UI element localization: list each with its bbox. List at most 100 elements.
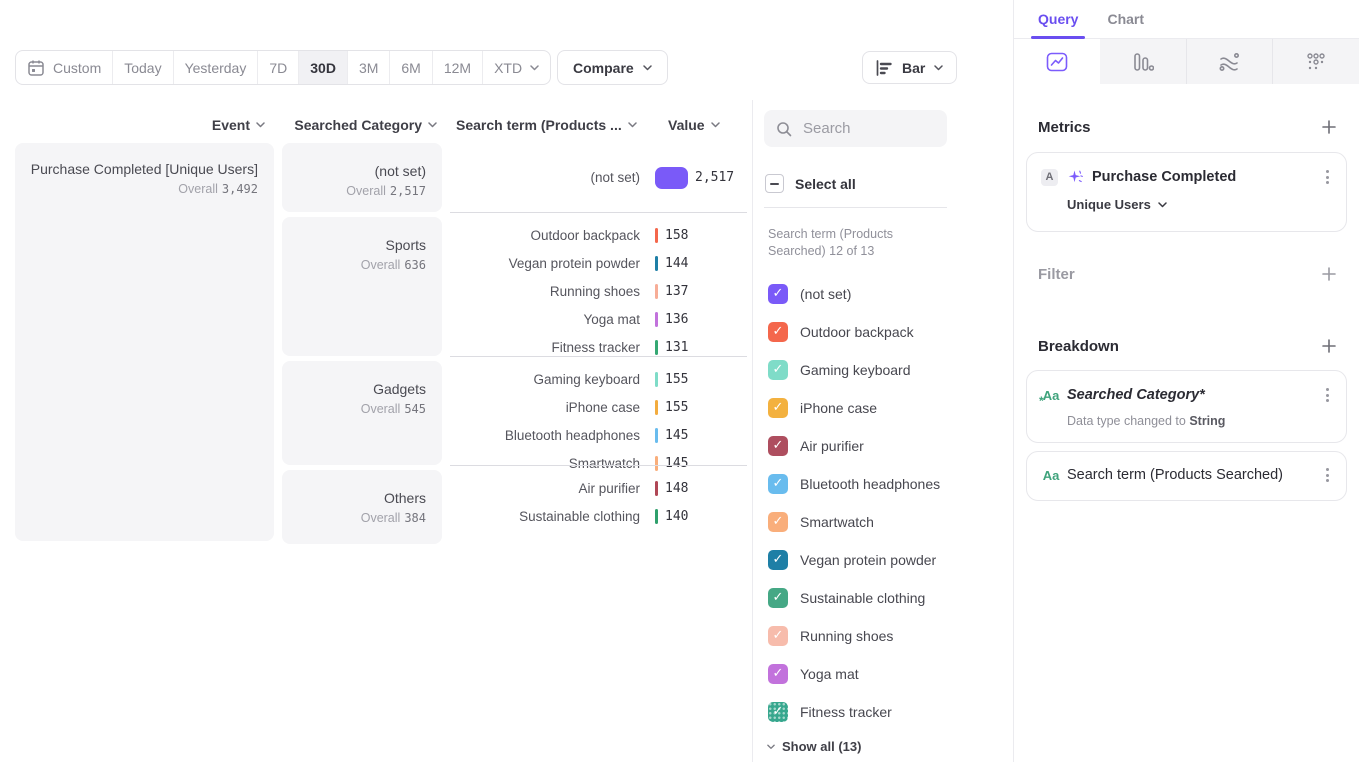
legend-checkbox[interactable]: ✓ xyxy=(768,588,788,608)
tab-flows[interactable] xyxy=(1186,39,1273,84)
legend-item-yoga-mat[interactable]: ✓ Yoga mat xyxy=(753,655,1013,693)
term-row-bluetooth-headphones[interactable]: Bluetooth headphones 145 xyxy=(450,421,750,449)
event-name: Purchase Completed [Unique Users] xyxy=(27,161,258,177)
category-cell-sports[interactable]: Sports Overall636 xyxy=(282,217,442,356)
column-header-searched-category[interactable]: Searched Category xyxy=(277,117,437,133)
breakdown-card-searched-category: Aa* Searched Category* Data type changed… xyxy=(1026,370,1347,443)
compare-label: Compare xyxy=(573,60,634,76)
legend-label: Sustainable clothing xyxy=(800,590,925,606)
legend-item-running-shoes[interactable]: ✓ Running shoes xyxy=(753,617,1013,655)
compare-button[interactable]: Compare xyxy=(557,50,668,85)
metrics-title: Metrics xyxy=(1038,119,1091,136)
legend-item-fitness-tracker[interactable]: ✓Fitness tracker xyxy=(753,693,1013,731)
legend-item-air-purifier[interactable]: ✓ Air purifier xyxy=(753,427,1013,465)
tab-retention[interactable] xyxy=(1272,39,1359,84)
add-metric-button[interactable] xyxy=(1320,118,1338,136)
plus-icon xyxy=(1322,267,1336,281)
measure-dropdown[interactable]: Unique Users xyxy=(1027,187,1346,212)
legend-label: Air purifier xyxy=(800,438,864,454)
kebab-menu-icon[interactable] xyxy=(1323,465,1332,485)
search-input[interactable] xyxy=(801,119,935,138)
select-all-row[interactable]: Select all xyxy=(765,174,1013,193)
add-breakdown-button[interactable] xyxy=(1320,337,1338,355)
legend-label: Running shoes xyxy=(800,628,893,644)
legend-label: Bluetooth headphones xyxy=(800,476,940,492)
kebab-menu-icon[interactable] xyxy=(1323,385,1332,405)
column-header-label: Search term (Products ... xyxy=(456,117,622,133)
date-range-6m[interactable]: 6M xyxy=(389,51,431,84)
kebab-menu-icon[interactable] xyxy=(1323,167,1332,187)
term-value: 137 xyxy=(665,284,688,299)
breakdown-property-name[interactable]: Searched Category* xyxy=(1067,387,1205,403)
app-canvas: { "toolbar": { "date_ranges": ["Custom",… xyxy=(0,0,1359,762)
column-header-value[interactable]: Value xyxy=(668,117,748,133)
legend-checkbox[interactable]: ✓ xyxy=(768,474,788,494)
date-range-xtd[interactable]: XTD xyxy=(482,51,550,84)
date-range-custom[interactable]: Custom xyxy=(16,51,112,84)
legend-item-bluetooth-headphones[interactable]: ✓ Bluetooth headphones xyxy=(753,465,1013,503)
category-cell-gadgets[interactable]: Gadgets Overall545 xyxy=(282,361,442,465)
term-row-smartwatch[interactable]: Smartwatch 145 xyxy=(450,449,750,477)
legend-checkbox[interactable]: ✓ xyxy=(768,322,788,342)
breakdown-note: Data type changed to String xyxy=(1027,405,1346,428)
legend-item-outdoor-backpack[interactable]: ✓Outdoor backpack xyxy=(753,313,1013,351)
term-row-air-purifier[interactable]: Air purifier 148 xyxy=(450,474,750,502)
term-row-vegan-protein-powder[interactable]: Vegan protein powder 144 xyxy=(450,249,750,277)
legend-item-sustainable-clothing[interactable]: ✓ Sustainable clothing xyxy=(753,579,1013,617)
tab-funnels[interactable] xyxy=(1100,39,1186,84)
chart-type-button[interactable]: Bar xyxy=(862,51,957,84)
metrics-header: Metrics xyxy=(1014,118,1359,136)
select-all-checkbox[interactable] xyxy=(765,174,784,193)
tab-chart[interactable]: Chart xyxy=(1107,11,1144,27)
term-row-not-set[interactable]: (not set) 2,517 xyxy=(450,158,750,198)
tab-insights[interactable] xyxy=(1014,39,1100,84)
add-filter-button[interactable] xyxy=(1320,265,1338,283)
event-cell[interactable]: Purchase Completed [Unique Users] Overal… xyxy=(15,143,274,541)
term-row-running-shoes[interactable]: Running shoes 137 xyxy=(450,277,750,305)
date-range-yesterday[interactable]: Yesterday xyxy=(173,51,258,84)
tab-query[interactable]: Query xyxy=(1038,11,1078,27)
show-all-button[interactable]: Show all (13) xyxy=(767,739,1013,754)
chevron-down-icon xyxy=(428,122,437,128)
column-header-event[interactable]: Event xyxy=(100,117,265,133)
chevron-down-icon xyxy=(628,122,637,128)
date-range-30d[interactable]: 30D xyxy=(298,51,347,84)
term-row-outdoor-backpack[interactable]: Outdoor backpack 158 xyxy=(450,221,750,249)
term-row-yoga-mat[interactable]: Yoga mat 136 xyxy=(450,305,750,333)
term-label: Running shoes xyxy=(450,284,640,299)
legend-checkbox[interactable]: ✓ xyxy=(768,702,788,722)
category-cell-not-set[interactable]: (not set) Overall2,517 xyxy=(282,143,442,212)
metric-name[interactable]: Purchase Completed xyxy=(1092,169,1236,185)
date-range-today[interactable]: Today xyxy=(112,51,172,84)
legend-checkbox[interactable]: ✓ xyxy=(768,512,788,532)
legend-checkbox[interactable]: ✓ xyxy=(768,284,788,304)
legend-checkbox[interactable]: ✓ xyxy=(768,360,788,380)
breakdown-property-name[interactable]: Search term (Products Searched) xyxy=(1067,467,1283,483)
date-range-group: CustomToday Yesterday 7D30D3M6M12MXTD xyxy=(15,50,551,85)
legend-checkbox[interactable]: ✓ xyxy=(768,626,788,646)
legend-item-not-set[interactable]: ✓(not set) xyxy=(753,275,1013,313)
term-row-iphone-case[interactable]: iPhone case 155 xyxy=(450,393,750,421)
filter-title: Filter xyxy=(1038,266,1075,283)
date-range-7d[interactable]: 7D xyxy=(257,51,298,84)
date-range-12m[interactable]: 12M xyxy=(432,51,482,84)
legend-item-iphone-case[interactable]: ✓iPhone case xyxy=(753,389,1013,427)
term-label: Air purifier xyxy=(450,481,640,496)
metric-card: A Purchase Completed Unique Users xyxy=(1026,152,1347,232)
legend-item-smartwatch[interactable]: ✓Smartwatch xyxy=(753,503,1013,541)
category-cell-others[interactable]: Others Overall384 xyxy=(282,470,442,544)
term-row-sustainable-clothing[interactable]: Sustainable clothing 140 xyxy=(450,502,750,530)
legend-item-vegan-protein-powder[interactable]: ✓Vegan protein powder xyxy=(753,541,1013,579)
column-header-search-term[interactable]: Search term (Products ... xyxy=(456,117,656,133)
legend-checkbox[interactable]: ✓ xyxy=(768,398,788,418)
legend-checkbox[interactable]: ✓ xyxy=(768,436,788,456)
legend-item-gaming-keyboard[interactable]: ✓Gaming keyboard xyxy=(753,351,1013,389)
term-row-gaming-keyboard[interactable]: Gaming keyboard 155 xyxy=(450,365,750,393)
query-panel: Query Chart xyxy=(1013,0,1359,762)
date-range-label: Yesterday xyxy=(185,60,247,76)
legend-checkbox[interactable]: ✓ xyxy=(768,664,788,684)
legend-label: Yoga mat xyxy=(800,666,859,682)
legend-checkbox[interactable]: ✓ xyxy=(768,550,788,570)
date-range-3m[interactable]: 3M xyxy=(347,51,389,84)
term-value: 131 xyxy=(665,340,688,355)
